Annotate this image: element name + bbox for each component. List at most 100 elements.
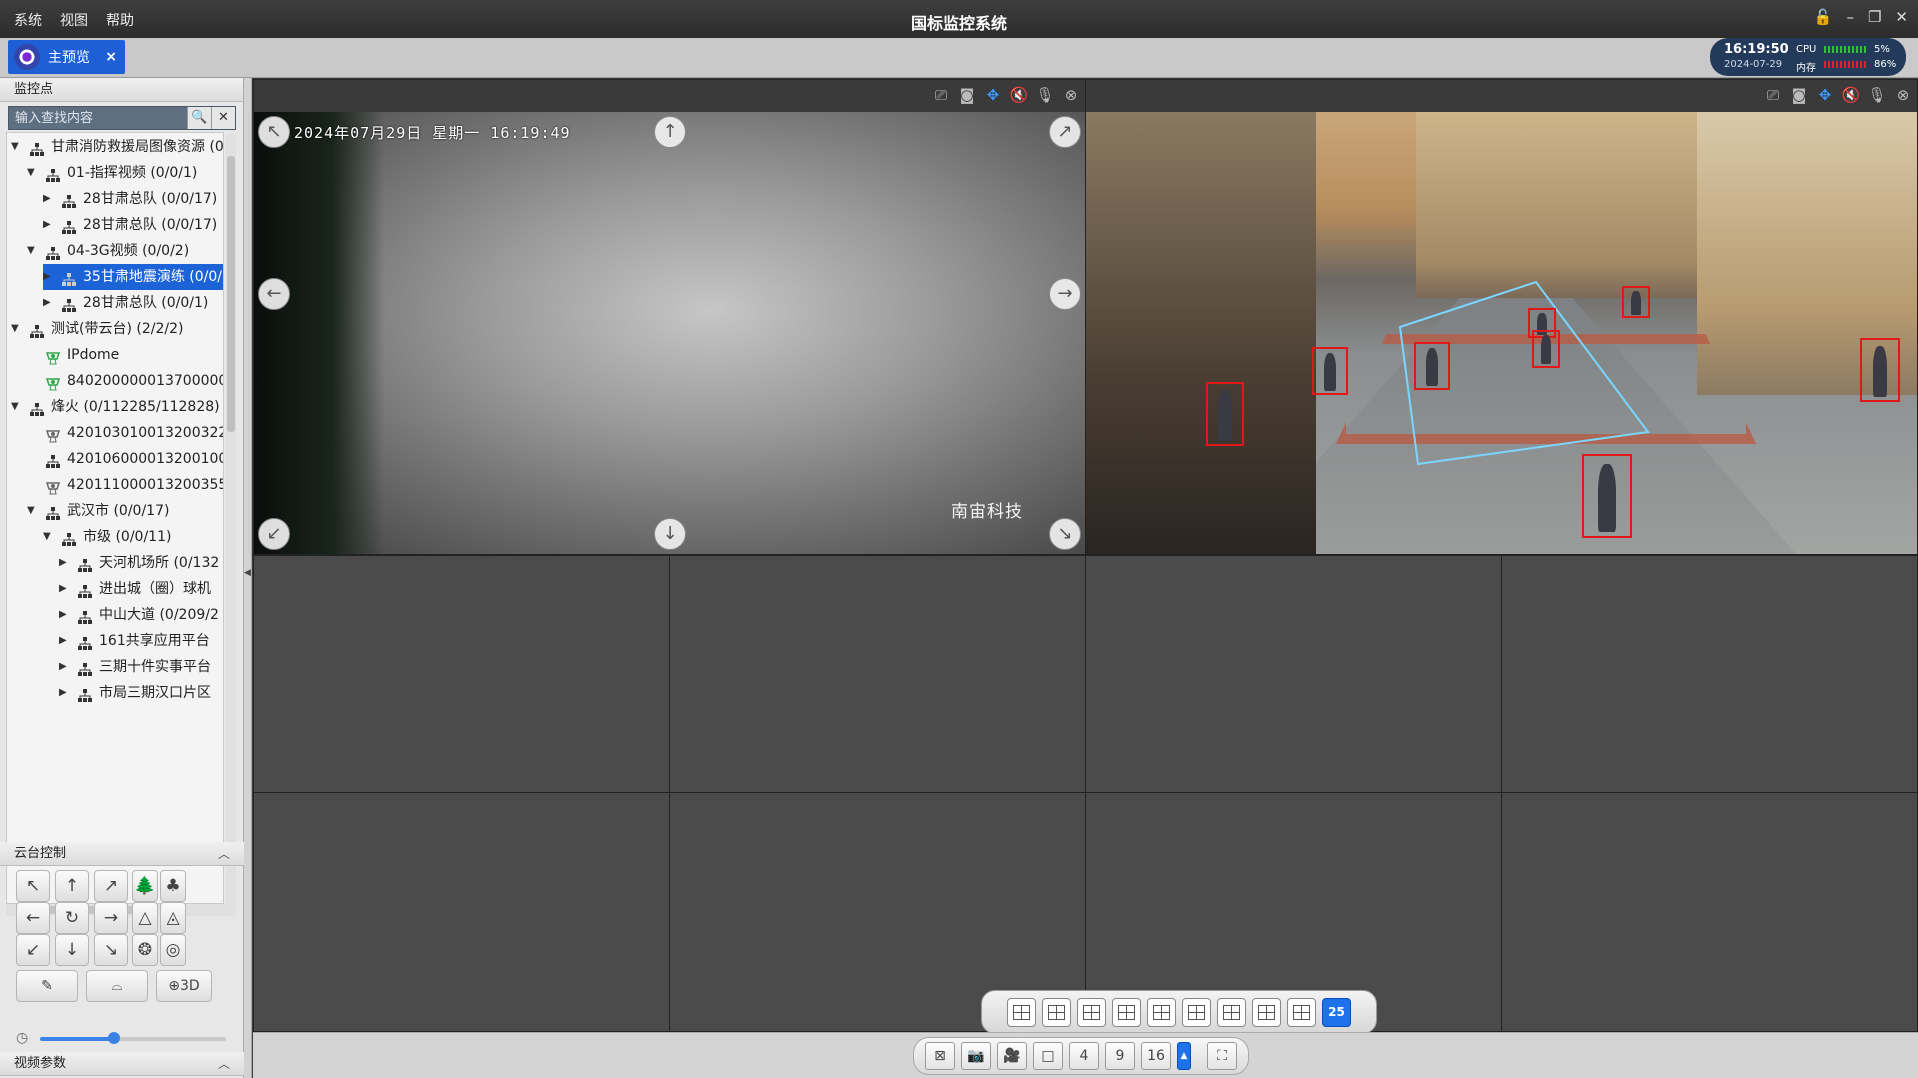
tree-node[interactable]: ▶ 天河机场所 (0/132	[59, 550, 219, 576]
clear-search-icon[interactable]: ✕	[211, 107, 235, 129]
expand-arrow-icon[interactable]: ▶	[43, 264, 55, 290]
layout-9-button[interactable]: 9	[1105, 1042, 1135, 1070]
tree-node[interactable]: ▶ 中山大道 (0/209/2	[59, 602, 219, 628]
layout-2x2a-button[interactable]	[1042, 997, 1071, 1027]
tree-node[interactable]: ▼ 测试(带云台) (2/2/2)	[11, 316, 183, 342]
video-cell-6[interactable]	[1501, 555, 1918, 793]
tree-node[interactable]: ▶ 28甘肃总队 (0/0/17)	[43, 212, 217, 238]
tree-node[interactable]: ▶ 进出城（圈）球机	[59, 576, 211, 602]
person-detection-box[interactable]	[1414, 342, 1450, 390]
record-icon[interactable]: ⎚	[1763, 86, 1783, 106]
person-detection-box[interactable]	[1532, 330, 1560, 368]
mic-icon[interactable]: 🎙	[1867, 86, 1887, 106]
menu-help[interactable]: 帮助	[106, 10, 134, 30]
collapse-arrow-icon[interactable]: ▼	[43, 524, 55, 550]
ptz-overlay-left-icon[interactable]: ←	[258, 278, 290, 310]
search-icon[interactable]: 🔍	[187, 107, 211, 129]
expand-arrow-icon[interactable]: ▶	[59, 628, 71, 654]
ptz-overlay-up-right-icon[interactable]: ↗	[1049, 116, 1081, 148]
ptz-up-left-button[interactable]: ↖	[16, 870, 50, 902]
expand-video-params-icon[interactable]: ︿	[218, 1052, 230, 1076]
video-cell-1[interactable]: ⎚ ◙ ✥ 🔇 🎙 ⊗ 2024年07月29日 星期一 16:19:49 南宙科技 ↖ ↑…	[253, 79, 1086, 555]
tree-vertical-scrollbar[interactable]	[226, 134, 236, 904]
person-detection-box[interactable]	[1582, 454, 1632, 538]
tree-node[interactable]: ▶ 35甘肃地震演练 (0/0/	[43, 264, 223, 290]
video-cell-5[interactable]	[1085, 555, 1502, 793]
person-detection-box[interactable]	[1860, 338, 1900, 402]
snapshot-icon[interactable]: ◙	[957, 86, 977, 106]
camera-feed-2[interactable]	[1086, 112, 1917, 554]
search-input[interactable]	[9, 107, 187, 129]
ptz-overlay-down-icon[interactable]: ↓	[654, 518, 686, 550]
expand-arrow-icon[interactable]: ▶	[59, 680, 71, 706]
person-detection-box[interactable]	[1312, 347, 1348, 395]
menu-system[interactable]: 系统	[14, 10, 42, 30]
device-tree[interactable]: ▼ 甘肃消防救援局图像资源 (0/ ▼ 01-指挥视频 (0/0/1) ▶ 28甘肃总队 …	[6, 132, 224, 904]
expand-arrow-icon[interactable]: ▶	[59, 654, 71, 680]
tree-node[interactable]: 420106000013200100 (	[27, 446, 223, 472]
ptz-zoom-out-button[interactable]: ♣	[160, 870, 186, 902]
layout-3x3a-button[interactable]	[1147, 997, 1176, 1027]
tree-node[interactable]: ▶ 161共享应用平台	[59, 628, 210, 654]
person-detection-box[interactable]	[1622, 286, 1650, 318]
collapse-arrow-icon[interactable]: ▼	[27, 238, 39, 264]
fullscreen-button[interactable]: ⛶	[1207, 1042, 1237, 1070]
ptz-overlay-up-left-icon[interactable]: ↖	[258, 116, 290, 148]
unlock-icon[interactable]: 🔓	[1814, 8, 1833, 26]
layout-4x3-button[interactable]	[1252, 997, 1281, 1027]
layout-3x3-button[interactable]	[1182, 997, 1211, 1027]
tree-node[interactable]: 4201030100132003228	[27, 420, 223, 446]
mic-icon[interactable]: 🎙	[1035, 86, 1055, 106]
ptz-right-button[interactable]: →	[94, 902, 128, 934]
minimize-icon[interactable]: –	[1846, 8, 1854, 26]
ptz-left-button[interactable]: ←	[16, 902, 50, 934]
snapshot-icon[interactable]: ◙	[1789, 86, 1809, 106]
tree-node[interactable]: ▶ 28甘肃总队 (0/0/17)	[43, 186, 217, 212]
collapse-ptz-icon[interactable]: ︿	[218, 842, 230, 866]
tree-node[interactable]: ▼ 04-3G视频 (0/0/2)	[27, 238, 189, 264]
layout-16-button[interactable]: 16	[1141, 1042, 1171, 1070]
tree-node[interactable]: IPdome	[27, 342, 119, 368]
expand-arrow-icon[interactable]: ▶	[43, 186, 55, 212]
ptz-icon[interactable]: ✥	[983, 86, 1003, 106]
close-icon[interactable]: ⊗	[1893, 86, 1913, 106]
layout-1+5-button[interactable]	[1217, 997, 1246, 1027]
close-icon[interactable]: ✕	[1895, 8, 1908, 26]
ptz-down-right-button[interactable]: ↘	[94, 934, 128, 966]
tree-node[interactable]: ▶ 三期十件实事平台	[59, 654, 211, 680]
video-cell-7[interactable]	[253, 792, 670, 1032]
layout-1x2-button[interactable]	[1007, 997, 1036, 1027]
layout-4-button[interactable]: 4	[1069, 1042, 1099, 1070]
tree-node[interactable]: ▼ 甘肃消防救援局图像资源 (0/	[11, 134, 223, 160]
ptz-iris-close-button[interactable]: ◎	[160, 934, 186, 966]
expand-arrow-icon[interactable]: ▶	[59, 602, 71, 628]
ptz-3d-button[interactable]: ⊕3D	[156, 970, 212, 1002]
layout-dropdown-icon[interactable]: ▲	[1177, 1042, 1191, 1070]
record-icon[interactable]: ⎚	[931, 86, 951, 106]
ptz-overlay-down-left-icon[interactable]: ↙	[258, 518, 290, 550]
video-cell-4[interactable]	[669, 555, 1086, 793]
close-icon[interactable]: ⊗	[1061, 86, 1081, 106]
video-cell-3[interactable]	[253, 555, 670, 793]
collapse-arrow-icon[interactable]: ▼	[11, 394, 23, 420]
mute-icon[interactable]: 🔇	[1841, 86, 1861, 106]
left-panel-collapse-handle[interactable]: ◀	[244, 78, 252, 1078]
collapse-arrow-icon[interactable]: ▼	[11, 134, 23, 160]
snapshot-all-button[interactable]: 📷	[961, 1042, 991, 1070]
collapse-arrow-icon[interactable]: ▼	[27, 498, 39, 524]
ptz-iris-open-button[interactable]: ❂	[132, 934, 158, 966]
expand-arrow-icon[interactable]: ▶	[59, 576, 71, 602]
tab-close-icon[interactable]: ×	[105, 49, 117, 65]
tree-node[interactable]: ▼ 市级 (0/0/11)	[43, 524, 171, 550]
ptz-overlay-up-icon[interactable]: ↑	[654, 116, 686, 148]
camera-feed-1[interactable]: 2024年07月29日 星期一 16:19:49 南宙科技 ↖ ↑ ↗ ← → …	[254, 112, 1085, 554]
ptz-zoom-in-button[interactable]: 🌲	[132, 870, 158, 902]
expand-arrow-icon[interactable]: ▶	[43, 290, 55, 316]
video-params-header[interactable]: 视频参数 ︿	[0, 1052, 244, 1076]
ptz-focus-near-button[interactable]: △	[132, 902, 158, 934]
tree-node[interactable]: ▶ 28甘肃总队 (0/0/1)	[43, 290, 208, 316]
mute-icon[interactable]: 🔇	[1009, 86, 1029, 106]
record-all-button[interactable]: 🎥	[997, 1042, 1027, 1070]
ptz-light-button[interactable]: ✎	[16, 970, 78, 1002]
video-cell-10[interactable]	[1501, 792, 1918, 1032]
